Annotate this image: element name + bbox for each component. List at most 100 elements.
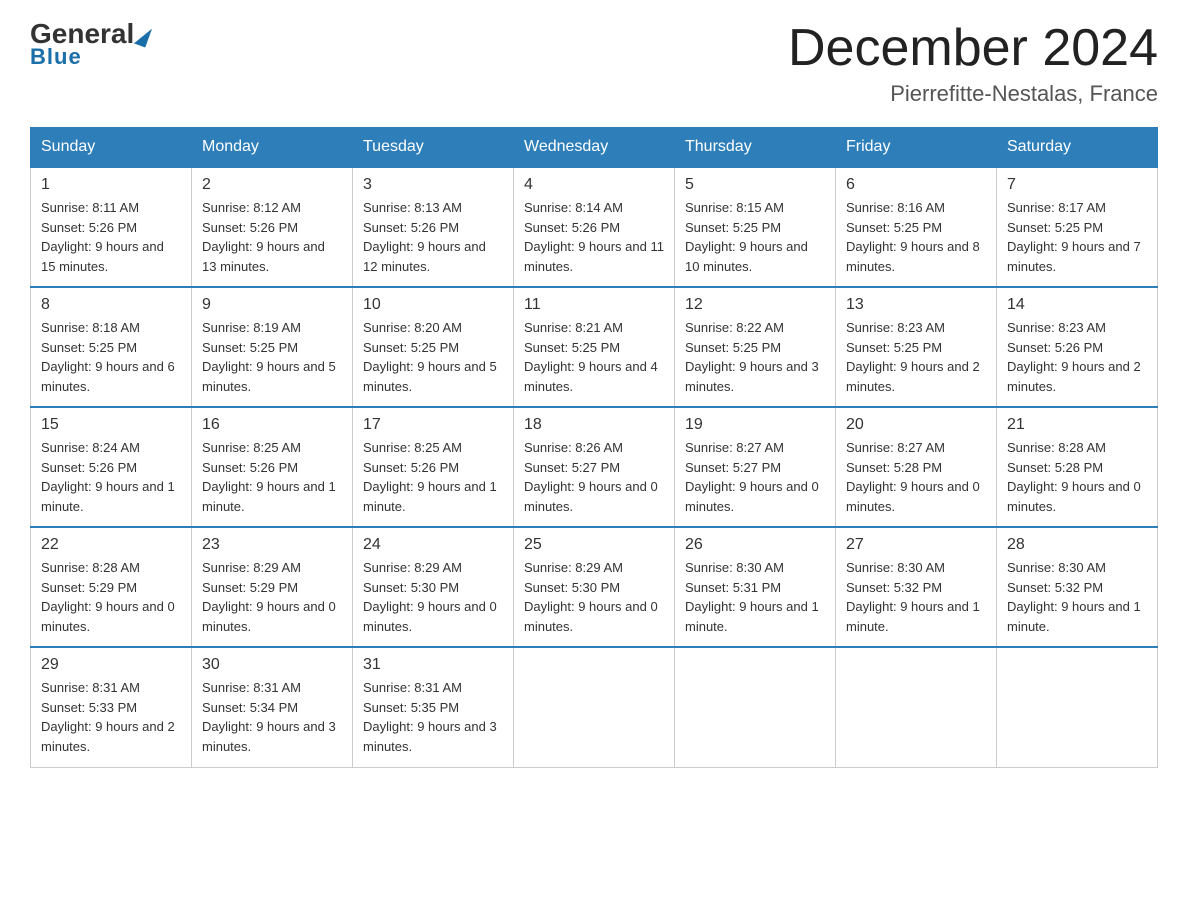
- month-title: December 2024: [788, 20, 1158, 77]
- day-info: Sunrise: 8:19 AMSunset: 5:25 PMDaylight:…: [202, 318, 342, 396]
- calendar-cell: 16 Sunrise: 8:25 AMSunset: 5:26 PMDayligh…: [192, 407, 353, 527]
- day-info: Sunrise: 8:24 AMSunset: 5:26 PMDaylight:…: [41, 438, 181, 516]
- day-number: 31: [363, 656, 503, 674]
- day-info: Sunrise: 8:28 AMSunset: 5:28 PMDaylight:…: [1007, 438, 1147, 516]
- logo: General Blue: [30, 20, 149, 70]
- day-number: 23: [202, 536, 342, 554]
- calendar-cell: 22Sunrise: 8:28 AMSunset: 5:29 PMDayligh…: [31, 527, 192, 647]
- location-title: Pierrefitte-Nestalas, France: [788, 81, 1158, 107]
- day-number: 1: [41, 176, 181, 194]
- day-number: 7: [1007, 176, 1147, 194]
- day-number: 24: [363, 536, 503, 554]
- calendar-week-3: 15 Sunrise: 8:24 AMSunset: 5:26 PMDayligh…: [31, 407, 1158, 527]
- day-number: 9: [202, 296, 342, 314]
- day-info: Sunrise: 8:20 AMSunset: 5:25 PMDaylight:…: [363, 318, 503, 396]
- day-number: 14: [1007, 296, 1147, 314]
- day-number: 4: [524, 176, 664, 194]
- calendar-cell: 8Sunrise: 8:18 AMSunset: 5:25 PMDaylight…: [31, 287, 192, 407]
- day-info: Sunrise: 8:31 AMSunset: 5:34 PMDaylight:…: [202, 678, 342, 756]
- day-info: Sunrise: 8:27 AMSunset: 5:28 PMDaylight:…: [846, 438, 986, 516]
- day-number: 19: [685, 416, 825, 434]
- day-info: Sunrise: 8:29 AMSunset: 5:30 PMDaylight:…: [363, 558, 503, 636]
- header-day-wednesday: Wednesday: [514, 128, 675, 168]
- calendar-table: SundayMondayTuesdayWednesdayThursdayFrid…: [30, 127, 1158, 768]
- calendar-cell: 3 Sunrise: 8:13 AMSunset: 5:26 PMDaylight…: [353, 167, 514, 287]
- day-info: Sunrise: 8:30 AMSunset: 5:31 PMDaylight:…: [685, 558, 825, 636]
- header-day-friday: Friday: [836, 128, 997, 168]
- day-number: 12: [685, 296, 825, 314]
- day-number: 27: [846, 536, 986, 554]
- day-number: 17: [363, 416, 503, 434]
- calendar-cell: 21 Sunrise: 8:28 AMSunset: 5:28 PMDayligh…: [997, 407, 1158, 527]
- day-info: Sunrise: 8:21 AMSunset: 5:25 PMDaylight:…: [524, 318, 664, 396]
- day-info: Sunrise: 8:22 AMSunset: 5:25 PMDaylight:…: [685, 318, 825, 396]
- header-day-monday: Monday: [192, 128, 353, 168]
- header-day-tuesday: Tuesday: [353, 128, 514, 168]
- calendar-cell: 17 Sunrise: 8:25 AMSunset: 5:26 PMDayligh…: [353, 407, 514, 527]
- day-info: Sunrise: 8:14 AMSunset: 5:26 PMDaylight:…: [524, 198, 664, 276]
- day-number: 5: [685, 176, 825, 194]
- calendar-cell: 2 Sunrise: 8:12 AMSunset: 5:26 PMDaylight…: [192, 167, 353, 287]
- calendar-cell: 29 Sunrise: 8:31 AMSunset: 5:33 PMDayligh…: [31, 647, 192, 767]
- calendar-cell: 20Sunrise: 8:27 AMSunset: 5:28 PMDayligh…: [836, 407, 997, 527]
- day-number: 16: [202, 416, 342, 434]
- calendar-cell: 24 Sunrise: 8:29 AMSunset: 5:30 PMDayligh…: [353, 527, 514, 647]
- calendar-body: 1Sunrise: 8:11 AMSunset: 5:26 PMDaylight…: [31, 167, 1158, 767]
- day-number: 25: [524, 536, 664, 554]
- calendar-cell: 19Sunrise: 8:27 AMSunset: 5:27 PMDayligh…: [675, 407, 836, 527]
- day-number: 26: [685, 536, 825, 554]
- day-info: Sunrise: 8:18 AMSunset: 5:25 PMDaylight:…: [41, 318, 181, 396]
- day-number: 21: [1007, 416, 1147, 434]
- calendar-week-1: 1Sunrise: 8:11 AMSunset: 5:26 PMDaylight…: [31, 167, 1158, 287]
- day-info: Sunrise: 8:31 AMSunset: 5:35 PMDaylight:…: [363, 678, 503, 756]
- day-number: 22: [41, 536, 181, 554]
- calendar-cell: 5 Sunrise: 8:15 AMSunset: 5:25 PMDaylight…: [675, 167, 836, 287]
- header-row: SundayMondayTuesdayWednesdayThursdayFrid…: [31, 128, 1158, 168]
- calendar-cell: 10 Sunrise: 8:20 AMSunset: 5:25 PMDayligh…: [353, 287, 514, 407]
- header-day-thursday: Thursday: [675, 128, 836, 168]
- day-number: 29: [41, 656, 181, 674]
- header-day-saturday: Saturday: [997, 128, 1158, 168]
- day-info: Sunrise: 8:23 AMSunset: 5:25 PMDaylight:…: [846, 318, 986, 396]
- day-number: 15: [41, 416, 181, 434]
- calendar-cell: 23 Sunrise: 8:29 AMSunset: 5:29 PMDayligh…: [192, 527, 353, 647]
- calendar-cell: 11Sunrise: 8:21 AMSunset: 5:25 PMDayligh…: [514, 287, 675, 407]
- day-number: 2: [202, 176, 342, 194]
- calendar-cell: 26 Sunrise: 8:30 AMSunset: 5:31 PMDayligh…: [675, 527, 836, 647]
- day-info: Sunrise: 8:23 AMSunset: 5:26 PMDaylight:…: [1007, 318, 1147, 396]
- logo-blue: Blue: [30, 44, 82, 70]
- calendar-week-4: 22Sunrise: 8:28 AMSunset: 5:29 PMDayligh…: [31, 527, 1158, 647]
- day-info: Sunrise: 8:17 AMSunset: 5:25 PMDaylight:…: [1007, 198, 1147, 276]
- calendar-cell: 25Sunrise: 8:29 AMSunset: 5:30 PMDayligh…: [514, 527, 675, 647]
- day-info: Sunrise: 8:25 AMSunset: 5:26 PMDaylight:…: [363, 438, 503, 516]
- day-info: Sunrise: 8:15 AMSunset: 5:25 PMDaylight:…: [685, 198, 825, 276]
- calendar-cell: [675, 647, 836, 767]
- calendar-cell: 28 Sunrise: 8:30 AMSunset: 5:32 PMDayligh…: [997, 527, 1158, 647]
- calendar-cell: 14 Sunrise: 8:23 AMSunset: 5:26 PMDayligh…: [997, 287, 1158, 407]
- day-info: Sunrise: 8:13 AMSunset: 5:26 PMDaylight:…: [363, 198, 503, 276]
- calendar-cell: 9 Sunrise: 8:19 AMSunset: 5:25 PMDaylight…: [192, 287, 353, 407]
- day-info: Sunrise: 8:29 AMSunset: 5:29 PMDaylight:…: [202, 558, 342, 636]
- header: General Blue December 2024 Pierrefitte-N…: [30, 20, 1158, 107]
- calendar-cell: 31 Sunrise: 8:31 AMSunset: 5:35 PMDayligh…: [353, 647, 514, 767]
- calendar-cell: 4 Sunrise: 8:14 AMSunset: 5:26 PMDaylight…: [514, 167, 675, 287]
- day-number: 10: [363, 296, 503, 314]
- day-number: 28: [1007, 536, 1147, 554]
- calendar-cell: 12 Sunrise: 8:22 AMSunset: 5:25 PMDayligh…: [675, 287, 836, 407]
- calendar-cell: 27 Sunrise: 8:30 AMSunset: 5:32 PMDayligh…: [836, 527, 997, 647]
- day-info: Sunrise: 8:30 AMSunset: 5:32 PMDaylight:…: [846, 558, 986, 636]
- day-info: Sunrise: 8:16 AMSunset: 5:25 PMDaylight:…: [846, 198, 986, 276]
- header-day-sunday: Sunday: [31, 128, 192, 168]
- calendar-cell: 6Sunrise: 8:16 AMSunset: 5:25 PMDaylight…: [836, 167, 997, 287]
- calendar-cell: [836, 647, 997, 767]
- calendar-cell: 30Sunrise: 8:31 AMSunset: 5:34 PMDayligh…: [192, 647, 353, 767]
- day-number: 3: [363, 176, 503, 194]
- day-info: Sunrise: 8:30 AMSunset: 5:32 PMDaylight:…: [1007, 558, 1147, 636]
- title-area: December 2024 Pierrefitte-Nestalas, Fran…: [788, 20, 1158, 107]
- calendar-cell: 13Sunrise: 8:23 AMSunset: 5:25 PMDayligh…: [836, 287, 997, 407]
- calendar-cell: 18Sunrise: 8:26 AMSunset: 5:27 PMDayligh…: [514, 407, 675, 527]
- day-info: Sunrise: 8:31 AMSunset: 5:33 PMDaylight:…: [41, 678, 181, 756]
- day-info: Sunrise: 8:25 AMSunset: 5:26 PMDaylight:…: [202, 438, 342, 516]
- day-number: 18: [524, 416, 664, 434]
- day-info: Sunrise: 8:12 AMSunset: 5:26 PMDaylight:…: [202, 198, 342, 276]
